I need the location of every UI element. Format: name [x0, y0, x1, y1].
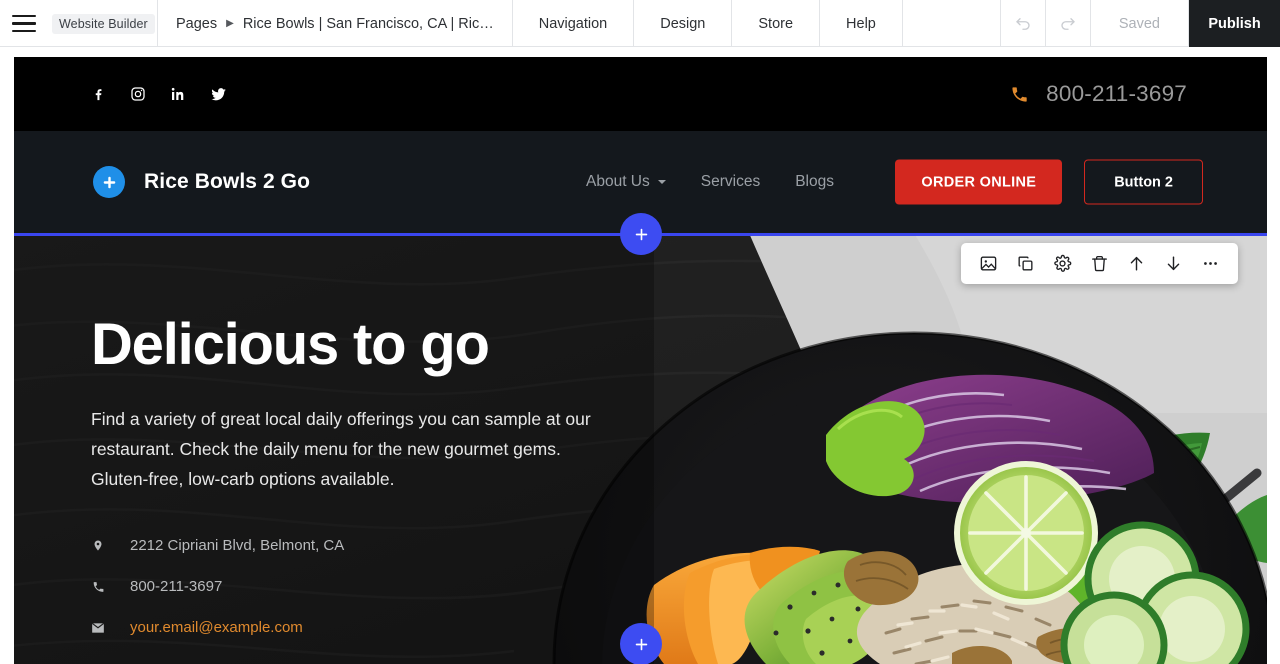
- move-down-button[interactable]: [1155, 243, 1192, 284]
- hero-heading: Delicious to go: [91, 312, 490, 377]
- product-label: Website Builder: [52, 13, 155, 34]
- breadcrumb[interactable]: Pages ▶ Rice Bowls | San Francisco, CA |…: [158, 0, 513, 47]
- gear-icon: [1054, 254, 1072, 272]
- menu-item-navigation[interactable]: Navigation: [513, 0, 635, 47]
- menu-item-store[interactable]: Store: [732, 0, 821, 47]
- location-pin-icon: [91, 538, 105, 553]
- save-status: Saved: [1091, 0, 1189, 47]
- facebook-icon[interactable]: [91, 87, 106, 102]
- settings-button[interactable]: [1044, 243, 1081, 284]
- nav-label-about-us: About Us: [586, 173, 650, 190]
- add-section-button-bottom[interactable]: [620, 623, 662, 664]
- site-nav: About Us Services Blogs: [586, 173, 834, 191]
- image-icon: [980, 256, 997, 271]
- phone-icon: [1012, 86, 1027, 102]
- breadcrumb-current-page: Rice Bowls | San Francisco, CA | Ric…: [242, 15, 494, 32]
- order-online-button[interactable]: ORDER ONLINE: [895, 159, 1063, 205]
- envelope-icon: [91, 622, 105, 634]
- hamburger-menu-icon[interactable]: [12, 14, 36, 33]
- menu-item-design[interactable]: Design: [634, 0, 733, 47]
- contact-email-text: your.email@example.com: [130, 619, 303, 637]
- site-preview-canvas: 800-211-3697 Rice Bowls 2 Go About Us Se…: [14, 57, 1267, 664]
- redo-button[interactable]: [1046, 0, 1091, 47]
- hero-content: Delicious to go Find a variety of great …: [91, 312, 636, 636]
- app-toolbar: Website Builder Pages ▶ Rice Bowls | San…: [0, 0, 1280, 47]
- toolbar-left-group: Website Builder: [0, 0, 158, 47]
- hero-section[interactable]: Delicious to go Find a variety of great …: [14, 233, 1267, 664]
- site-phone-link[interactable]: 800-211-3697: [1010, 81, 1187, 107]
- arrow-up-icon: [1130, 256, 1143, 271]
- toolbar-spacer: [903, 0, 1001, 47]
- nav-item-services[interactable]: Services: [701, 173, 760, 191]
- replace-image-button[interactable]: [970, 243, 1007, 284]
- site-topbar: 800-211-3697: [14, 57, 1267, 131]
- nav-item-about-us[interactable]: About Us: [586, 173, 666, 191]
- delete-button[interactable]: [1081, 243, 1118, 284]
- site-header-actions: ORDER ONLINE Button 2: [895, 159, 1203, 205]
- more-options-button[interactable]: [1192, 243, 1229, 284]
- trash-icon: [1092, 255, 1107, 272]
- contact-phone-text: 800-211-3697: [130, 578, 223, 596]
- redo-arrow-icon: [1061, 17, 1075, 30]
- contact-address-text: 2212 Cipriani Blvd, Belmont, CA: [130, 537, 345, 555]
- duplicate-icon: [1018, 256, 1033, 271]
- move-up-button[interactable]: [1118, 243, 1155, 284]
- linkedin-icon[interactable]: [170, 86, 186, 102]
- duplicate-button[interactable]: [1007, 243, 1044, 284]
- site-brand-name: Rice Bowls 2 Go: [144, 170, 311, 193]
- site-logo[interactable]: Rice Bowls 2 Go: [14, 166, 310, 198]
- contact-email[interactable]: your.email@example.com: [91, 619, 636, 636]
- instagram-icon[interactable]: [130, 86, 146, 102]
- phone-icon: [91, 580, 105, 594]
- ellipsis-icon: [1204, 262, 1217, 265]
- chevron-down-icon: [657, 180, 666, 184]
- nav-label-blogs: Blogs: [795, 173, 834, 190]
- hero-body-text: Find a variety of great local daily offe…: [91, 408, 591, 490]
- secondary-cta-button[interactable]: Button 2: [1084, 159, 1203, 205]
- nav-item-blogs[interactable]: Blogs: [795, 173, 834, 191]
- contact-phone[interactable]: 800-211-3697: [91, 578, 636, 595]
- breadcrumb-pages-label: Pages: [176, 15, 218, 32]
- plus-icon: [635, 638, 647, 650]
- plus-circle-logo-icon: [93, 166, 125, 198]
- undo-button[interactable]: [1001, 0, 1046, 47]
- site-phone-number: 800-211-3697: [1046, 81, 1187, 106]
- chevron-right-icon: ▶: [226, 17, 234, 29]
- twitter-icon[interactable]: [210, 86, 227, 103]
- hero-contact-list: 2212 Cipriani Blvd, Belmont, CA 800-211-…: [91, 537, 636, 636]
- element-toolbar: [961, 243, 1238, 284]
- add-section-button-top[interactable]: [620, 213, 662, 255]
- menu-item-help[interactable]: Help: [820, 0, 903, 47]
- social-links: [14, 86, 227, 103]
- lime-slice: [954, 461, 1098, 605]
- contact-address[interactable]: 2212 Cipriani Blvd, Belmont, CA: [91, 537, 636, 554]
- publish-button[interactable]: Publish: [1189, 0, 1280, 47]
- undo-arrow-icon: [1016, 17, 1030, 30]
- arrow-down-icon: [1167, 256, 1180, 271]
- plus-icon: [635, 228, 647, 240]
- nav-label-services: Services: [700, 173, 761, 190]
